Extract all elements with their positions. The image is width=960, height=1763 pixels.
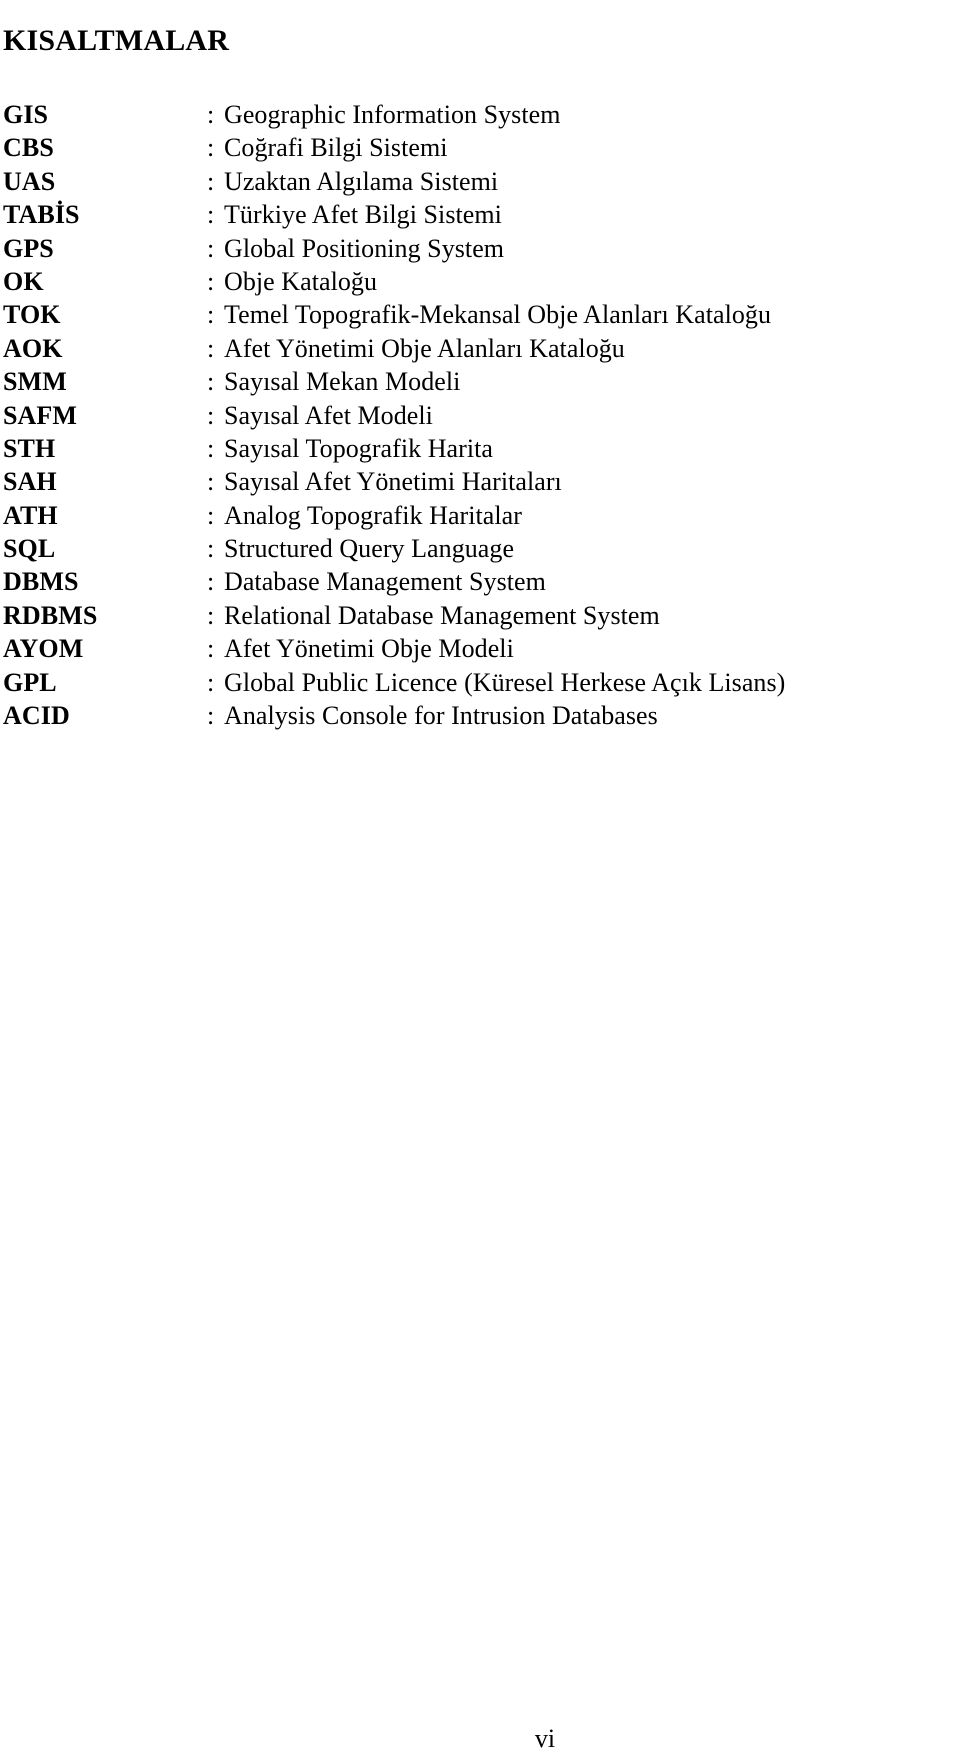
abbreviation-term: SAH <box>3 467 57 497</box>
abbreviation-definition: Sayısal Mekan Modeli <box>224 367 461 397</box>
abbreviation-row: UAS: Uzaktan Algılama Sistemi <box>0 165 960 198</box>
abbreviation-row: TOK: Temel Topografik-Mekansal Obje Alanl… <box>0 298 960 331</box>
abbreviation-separator: : <box>207 433 215 463</box>
abbreviation-definition: Geographic Information System <box>224 100 561 129</box>
abbreviation-row: OK: Obje Kataloğu <box>0 265 960 298</box>
abbreviation-term: SQL <box>3 534 56 564</box>
abbreviation-row: AOK: Afet Yönetimi Obje Alanları Kataloğu <box>0 332 960 365</box>
abbreviation-definition: Sayısal Afet Yönetimi Haritaları <box>224 467 562 497</box>
abbreviation-definition: Coğrafi Bilgi Sistemi <box>224 133 448 163</box>
abbreviation-row: GPL: Global Public Licence (Küresel Herke… <box>0 666 960 699</box>
abbreviation-row: SAH: Sayısal Afet Yönetimi Haritaları <box>0 465 960 498</box>
abbreviation-term: GPS <box>3 233 54 263</box>
abbreviation-row: DBMS: Database Management System <box>0 565 960 598</box>
abbreviation-term: CBS <box>3 133 54 163</box>
abbreviation-row: TABİS: Türkiye Afet Bilgi Sistemi <box>0 198 960 231</box>
abbreviation-term: ACID <box>3 701 70 731</box>
abbreviation-separator: : <box>207 333 215 363</box>
abbreviation-list: GIS: Geographic Information System CBS: Coğ… <box>0 98 960 732</box>
abbreviation-row: AYOM: Afet Yönetimi Obje Modeli <box>0 632 960 665</box>
abbreviation-separator: : <box>207 300 215 330</box>
abbreviation-definition: Afet Yönetimi Obje Alanları Kataloğu <box>224 333 625 363</box>
abbreviation-separator: : <box>207 600 215 630</box>
abbreviation-row: SAFM: Sayısal Afet Modeli <box>0 399 960 432</box>
abbreviation-definition: Relational Database Management System <box>224 600 660 630</box>
abbreviation-row: SQL: Structured Query Language <box>0 532 960 565</box>
abbreviation-term: UAS <box>3 166 56 196</box>
abbreviation-separator: : <box>207 200 215 230</box>
abbreviation-definition: Global Public Licence (Küresel Herkese A… <box>224 667 786 697</box>
abbreviation-term: TABİS <box>3 200 80 230</box>
abbreviation-separator: : <box>207 400 215 430</box>
abbreviation-separator: : <box>207 500 215 530</box>
abbreviation-term: RDBMS <box>3 600 98 630</box>
abbreviation-term: OK <box>3 266 44 296</box>
abbreviation-row: ATH: Analog Topografik Haritalar <box>0 499 960 532</box>
page-title: KISALTMALAR <box>3 24 230 58</box>
abbreviation-term: GPL <box>3 667 57 697</box>
abbreviation-term: ATH <box>3 500 58 530</box>
abbreviation-row: SMM: Sayısal Mekan Modeli <box>0 365 960 398</box>
abbreviation-separator: : <box>207 266 215 296</box>
abbreviation-term: SMM <box>3 367 67 397</box>
abbreviation-term: DBMS <box>3 567 79 597</box>
abbreviation-term: AOK <box>3 333 63 363</box>
abbreviation-separator: : <box>207 534 215 564</box>
abbreviation-definition: Temel Topografik-Mekansal Obje Alanları … <box>224 300 772 330</box>
abbreviation-separator: : <box>207 667 215 697</box>
page-number: vi <box>534 1724 556 1753</box>
abbreviation-definition: Afet Yönetimi Obje Modeli <box>224 634 514 664</box>
abbreviation-separator: : <box>207 467 215 497</box>
abbreviation-definition: Analysis Console for Intrusion Databases <box>224 701 658 731</box>
abbreviation-definition: Türkiye Afet Bilgi Sistemi <box>224 200 502 230</box>
abbreviation-term: AYOM <box>3 634 84 664</box>
abbreviation-row: GPS: Global Positioning System <box>0 232 960 265</box>
abbreviation-row: CBS: Coğrafi Bilgi Sistemi <box>0 131 960 164</box>
abbreviation-definition: Database Management System <box>224 567 546 597</box>
abbreviation-separator: : <box>207 100 215 129</box>
abbreviation-definition: Global Positioning System <box>224 233 505 263</box>
abbreviation-definition: Analog Topografik Haritalar <box>224 500 522 530</box>
abbreviation-separator: : <box>207 634 215 664</box>
abbreviation-separator: : <box>207 567 215 597</box>
abbreviation-separator: : <box>207 701 215 731</box>
abbreviation-term: SAFM <box>3 400 78 430</box>
document-page: KISALTMALAR GIS: Geographic Information S… <box>0 0 960 1763</box>
abbreviation-definition: Sayısal Afet Modeli <box>224 400 433 430</box>
abbreviation-row: RDBMS: Relational Database Management Sys… <box>0 599 960 632</box>
abbreviation-separator: : <box>207 166 215 196</box>
abbreviation-definition: Sayısal Topografik Harita <box>224 433 493 463</box>
abbreviation-separator: : <box>207 367 215 397</box>
abbreviation-row: ACID: Analysis Console for Intrusion Data… <box>0 699 960 732</box>
abbreviation-definition: Obje Kataloğu <box>224 266 377 296</box>
abbreviation-term: GIS <box>3 100 49 129</box>
abbreviation-row: GIS: Geographic Information System <box>0 98 960 131</box>
abbreviation-separator: : <box>207 233 215 263</box>
abbreviation-row: STH: Sayısal Topografik Harita <box>0 432 960 465</box>
abbreviation-term: STH <box>3 433 56 463</box>
abbreviation-definition: Uzaktan Algılama Sistemi <box>224 166 499 196</box>
abbreviation-separator: : <box>207 133 215 163</box>
abbreviation-term: TOK <box>3 300 61 330</box>
abbreviation-definition: Structured Query Language <box>224 534 515 564</box>
